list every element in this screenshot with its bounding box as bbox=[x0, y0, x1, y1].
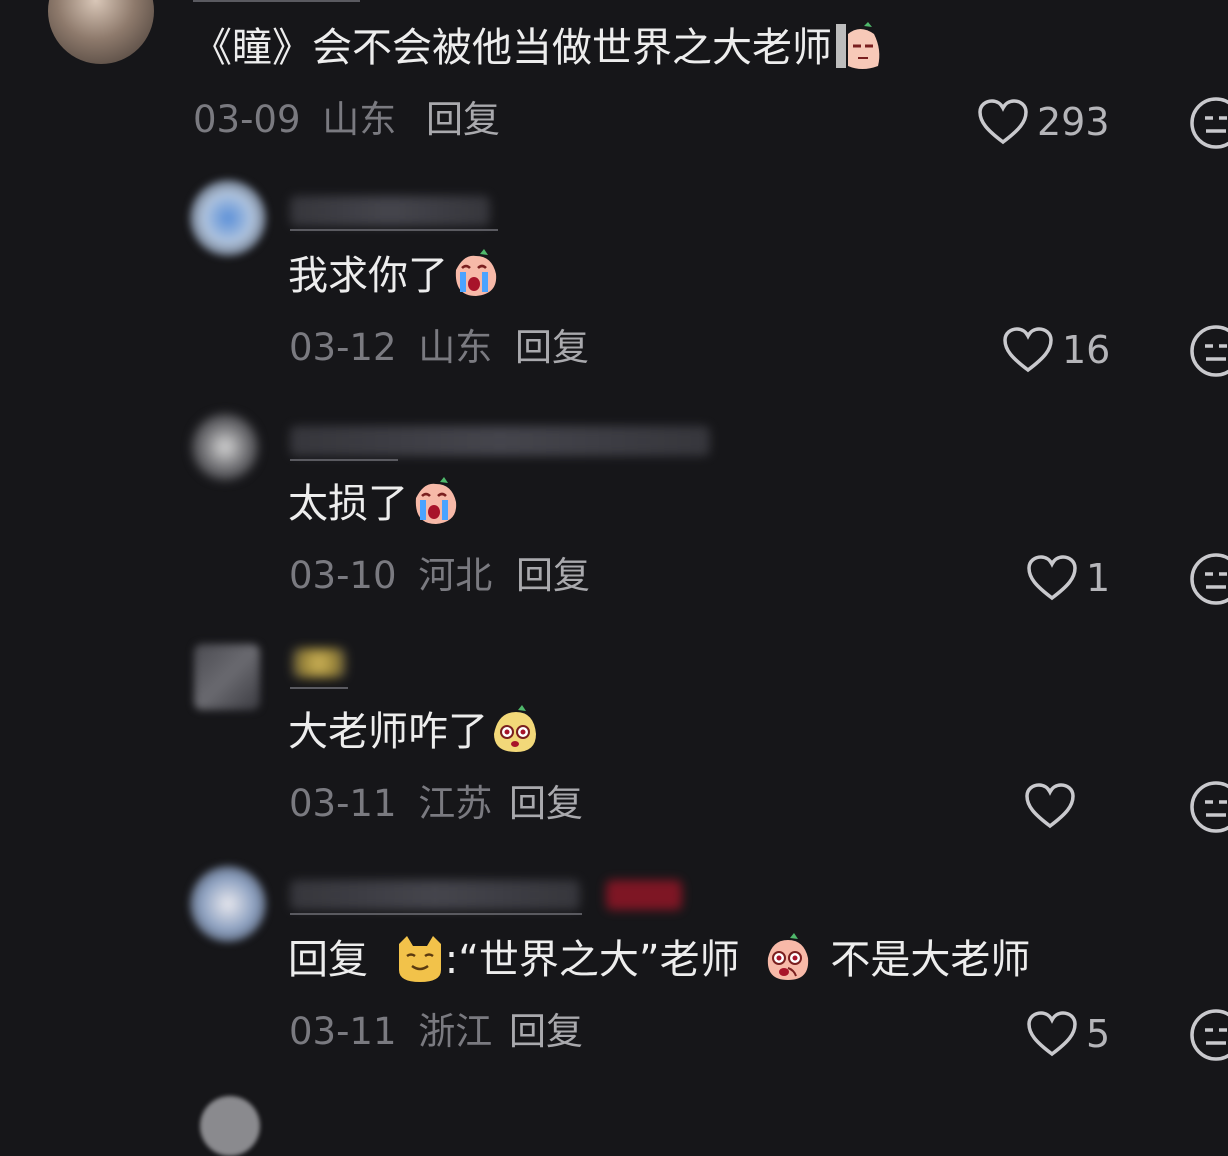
avatar[interactable] bbox=[200, 1096, 260, 1156]
comment-meta: 03-11 浙江 bbox=[289, 1010, 492, 1054]
comment-text: 太损了 bbox=[288, 477, 460, 532]
heart-icon bbox=[1027, 1011, 1077, 1057]
eye-roll-peach-emoji bbox=[834, 20, 884, 72]
avatar[interactable] bbox=[190, 866, 266, 942]
avatar[interactable] bbox=[192, 414, 258, 480]
comment-location: 山东 bbox=[418, 326, 493, 369]
reply-button[interactable]: 回复 bbox=[426, 98, 500, 142]
like-count: 1 bbox=[1086, 556, 1111, 600]
crying-peach-emoji bbox=[450, 248, 500, 300]
dislike-button[interactable] bbox=[1188, 95, 1228, 151]
comment-text-content: 不是大老师 bbox=[830, 937, 1031, 983]
meh-face-icon bbox=[1190, 781, 1228, 833]
reply-button[interactable]: 回复 bbox=[515, 326, 589, 370]
comment-location: 河北 bbox=[418, 554, 493, 597]
username-underline bbox=[290, 229, 498, 231]
username-blurred bbox=[290, 196, 490, 226]
dislike-button[interactable] bbox=[1188, 779, 1228, 835]
dislike-button[interactable] bbox=[1188, 323, 1228, 379]
comment-text: 回复 :“世界之大”老师 不是大老师 bbox=[288, 933, 1031, 988]
crying-peach-emoji bbox=[410, 476, 460, 528]
comment-text-content: 大老师咋了 bbox=[288, 709, 488, 755]
comment-meta: 03-11 江苏 bbox=[289, 782, 492, 826]
cat-face-emoji bbox=[395, 932, 445, 984]
comment-date: 03-11 bbox=[289, 782, 397, 825]
comment-text-content: 《瞳》会不会被他当做世界之大老师 bbox=[192, 25, 832, 71]
comment-date: 03-11 bbox=[289, 1010, 397, 1053]
username-blurred bbox=[292, 648, 346, 678]
heart-icon bbox=[978, 99, 1028, 145]
like-button[interactable]: 5 bbox=[1026, 1006, 1110, 1062]
comment-text: 大老师咋了 bbox=[288, 705, 540, 760]
meh-face-icon bbox=[1190, 325, 1228, 377]
comment-date: 03-12 bbox=[289, 326, 397, 369]
username-blurred bbox=[290, 426, 710, 456]
avatar[interactable] bbox=[194, 644, 260, 710]
username-underline bbox=[290, 913, 582, 915]
avatar[interactable] bbox=[190, 180, 266, 256]
avatar[interactable] bbox=[48, 0, 154, 64]
comment-location: 江苏 bbox=[418, 782, 493, 825]
username-underline bbox=[290, 687, 348, 689]
shocked-peach-emoji bbox=[762, 932, 812, 984]
meh-face-icon bbox=[1190, 553, 1228, 605]
comment-text-content: 太损了 bbox=[288, 481, 408, 527]
comment-date: 03-10 bbox=[289, 554, 397, 597]
like-button[interactable]: 16 bbox=[1002, 322, 1110, 378]
comment-text-content: 我求你了 bbox=[288, 253, 448, 299]
like-button[interactable] bbox=[1024, 778, 1084, 834]
comment-meta: 03-10 河北 bbox=[289, 554, 492, 598]
like-button[interactable]: 293 bbox=[977, 94, 1110, 150]
reply-button[interactable]: 回复 bbox=[516, 554, 590, 598]
comment-location: 浙江 bbox=[418, 1010, 493, 1053]
reply-button[interactable]: 回复 bbox=[509, 782, 583, 826]
comment-text: 《瞳》会不会被他当做世界之大老师 bbox=[192, 22, 884, 76]
like-count: 5 bbox=[1086, 1012, 1111, 1056]
author-badge-blurred bbox=[606, 880, 682, 910]
username-blurred bbox=[290, 880, 580, 910]
comment-text-content: :“世界之大”老师 bbox=[444, 937, 740, 983]
like-count: 293 bbox=[1037, 100, 1110, 144]
dislike-button[interactable] bbox=[1188, 1007, 1228, 1063]
username-underline bbox=[290, 459, 398, 461]
meh-face-icon bbox=[1190, 97, 1228, 149]
surprised-peach-emoji bbox=[490, 704, 540, 756]
comment-meta: 03-12 山东 bbox=[289, 326, 492, 370]
heart-icon bbox=[1025, 783, 1075, 829]
like-button[interactable]: 1 bbox=[1026, 550, 1110, 606]
meh-face-icon bbox=[1190, 1009, 1228, 1061]
like-count: 16 bbox=[1062, 328, 1111, 372]
reply-prefix: 回复 bbox=[288, 937, 368, 983]
comment-location: 山东 bbox=[322, 98, 397, 141]
heart-icon bbox=[1003, 327, 1053, 373]
username-underline bbox=[193, 0, 360, 2]
heart-icon bbox=[1027, 555, 1077, 601]
comment-meta: 03-09 山东 bbox=[193, 98, 396, 142]
comment-date: 03-09 bbox=[193, 98, 301, 141]
dislike-button[interactable] bbox=[1188, 551, 1228, 607]
comment-text: 我求你了 bbox=[288, 249, 500, 304]
reply-button[interactable]: 回复 bbox=[509, 1010, 583, 1054]
